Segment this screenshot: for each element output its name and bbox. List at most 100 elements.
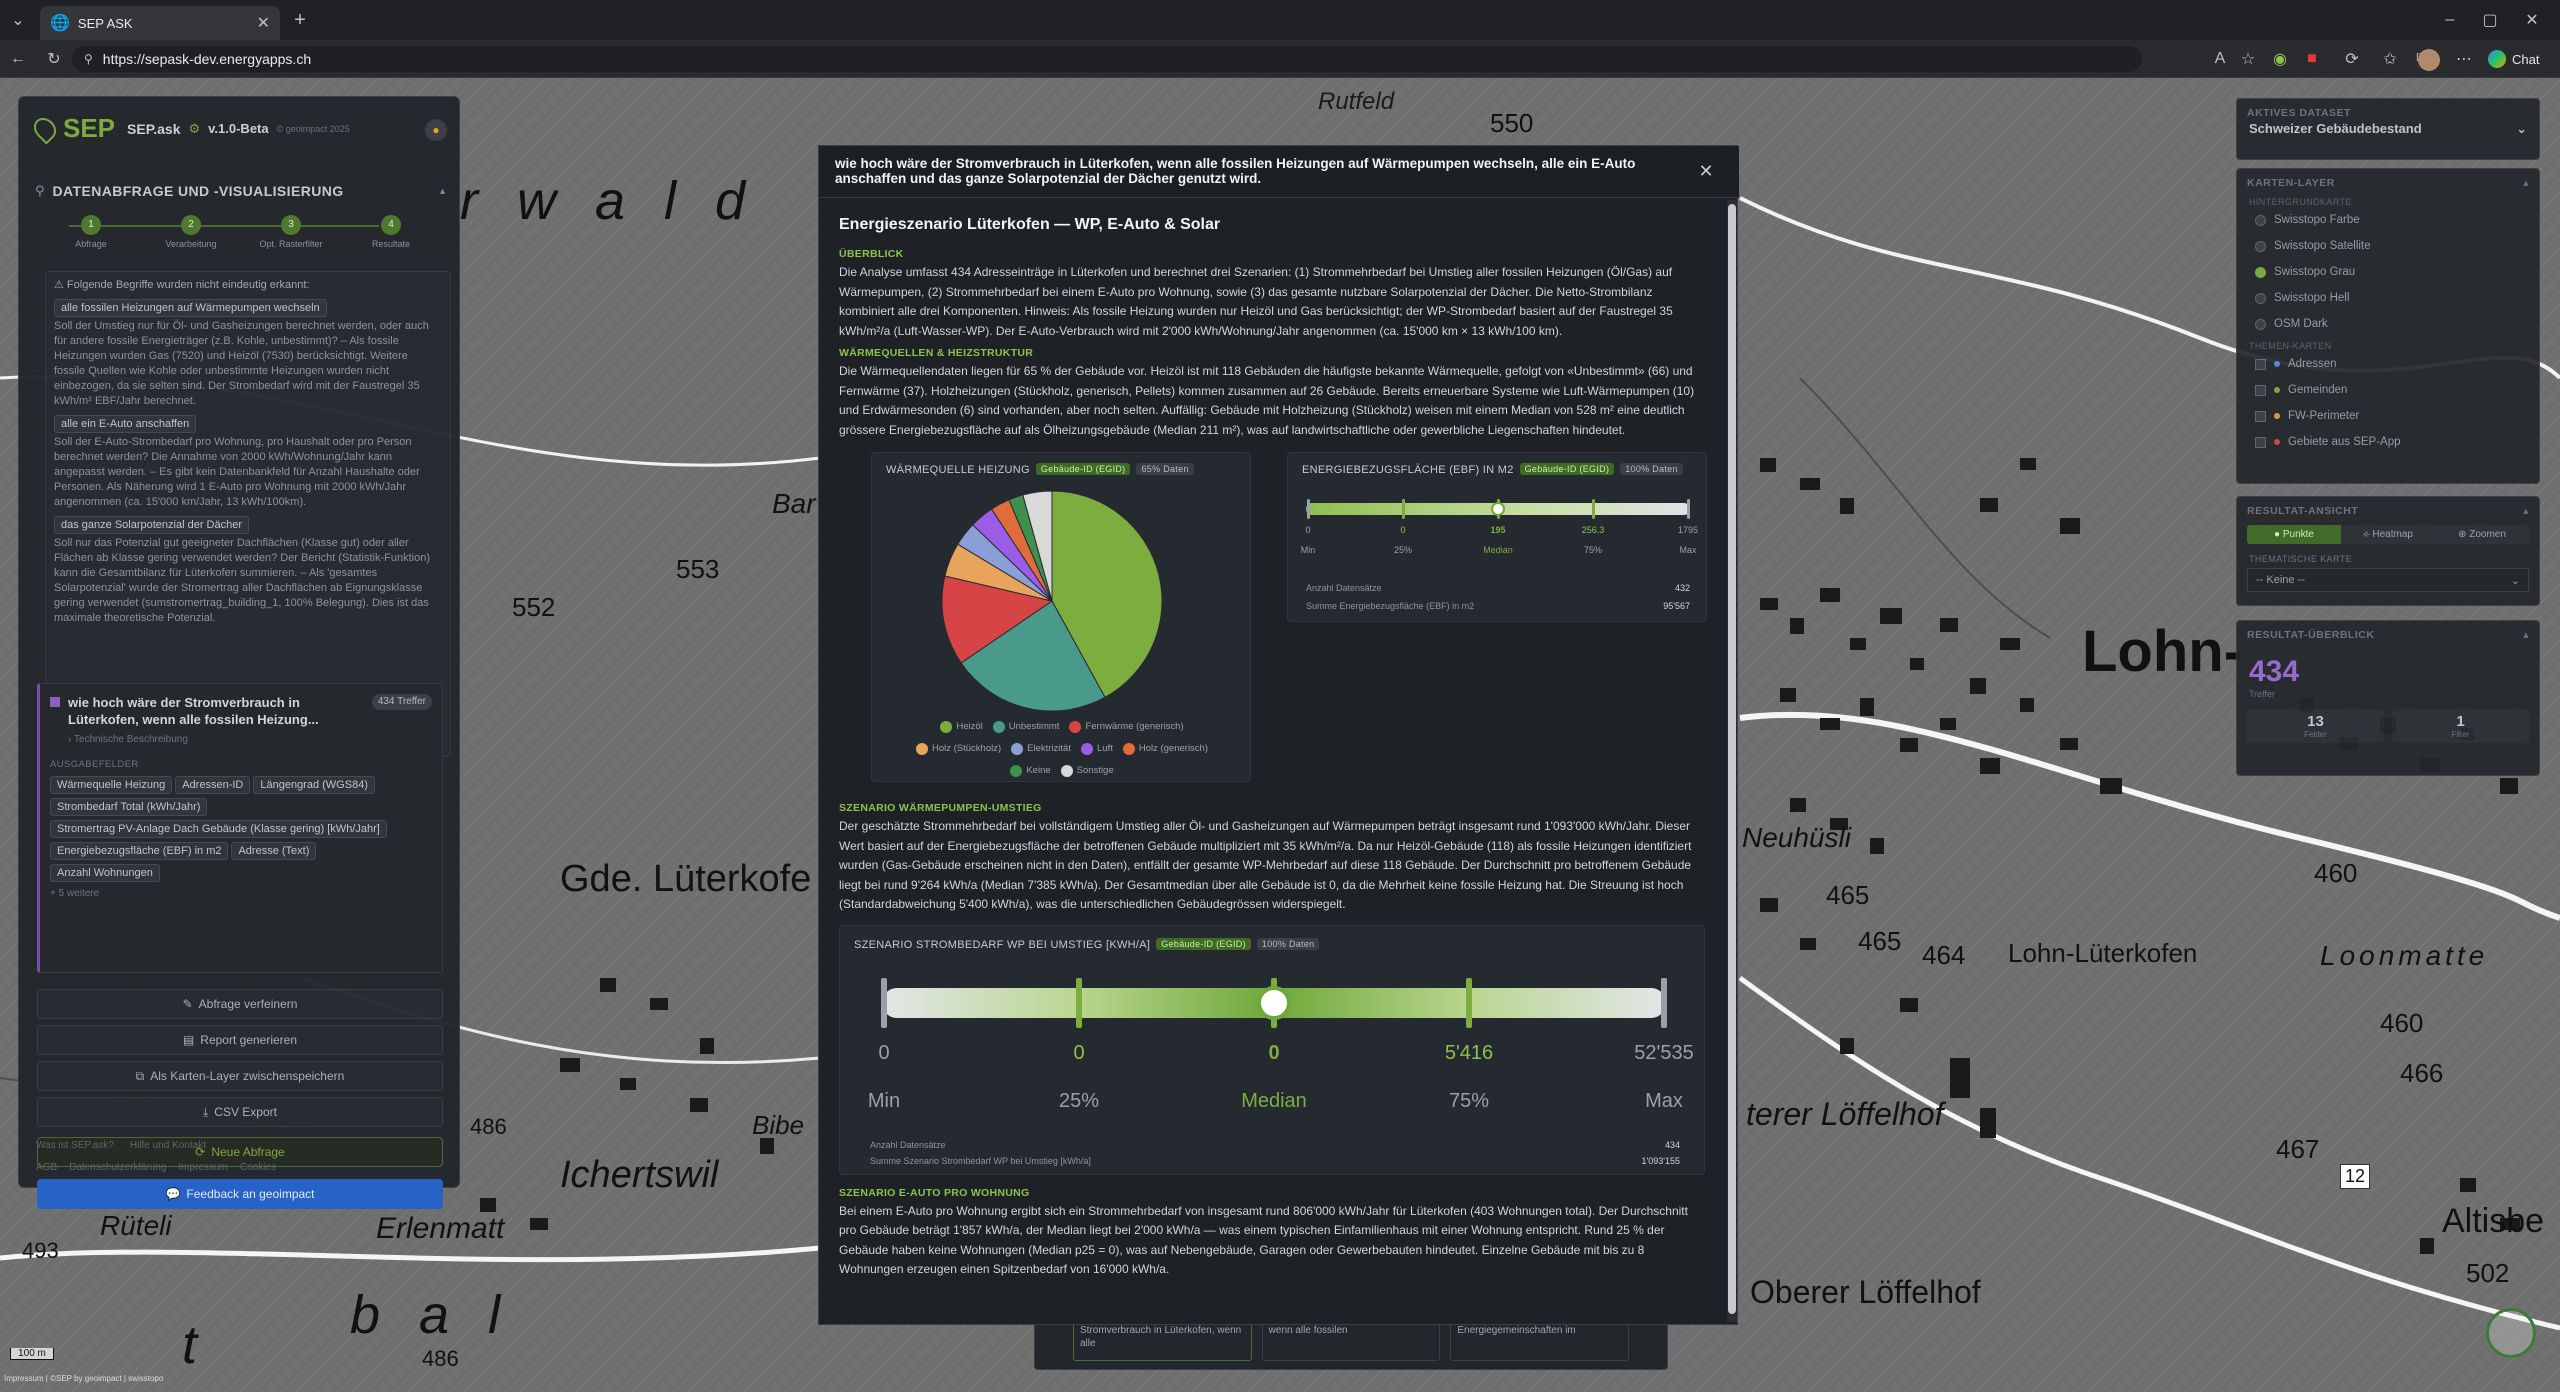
section-heading: SZENARIO WÄRMEPUMPEN-UMSTIEG bbox=[839, 802, 1042, 814]
site-info-icon[interactable]: ⚲ bbox=[84, 52, 93, 66]
fields-label: AUSGABEFELDER bbox=[50, 759, 139, 770]
refresh-extension-icon[interactable]: ⟳ bbox=[2342, 49, 2362, 69]
maximize-icon[interactable]: ▢ bbox=[2480, 10, 2500, 30]
basemap-option[interactable]: Swisstopo Hell bbox=[2237, 285, 2539, 311]
legend-item[interactable]: Sonstige bbox=[1060, 761, 1114, 781]
feedback-button[interactable]: 💬 Feedback an geoimpact bbox=[37, 1179, 443, 1209]
favorite-icon[interactable]: ☆ bbox=[2238, 49, 2258, 69]
field-chip: Stromertrag PV-Anlage Dach Gebäude (Klas… bbox=[50, 820, 387, 838]
map-label: Neuhüsli bbox=[1742, 822, 1851, 853]
extension-red-icon[interactable]: ■ bbox=[2302, 49, 2322, 69]
map-label: Gde. Lüterkofe bbox=[560, 858, 812, 900]
footer-link[interactable]: Hilfe und Kontakt bbox=[130, 1140, 206, 1151]
step-3[interactable]: 3 Opt. Rasterfilter bbox=[241, 215, 341, 249]
minimize-icon[interactable]: – bbox=[2440, 10, 2460, 30]
browser-tab[interactable]: 🌐 SEP ASK ✕ bbox=[40, 6, 280, 40]
chat-button[interactable]: Chat bbox=[2488, 48, 2539, 70]
theme-toggle-icon[interactable]: ● bbox=[425, 119, 447, 141]
legend-item[interactable]: Heizöl bbox=[940, 717, 983, 737]
query-chip[interactable]: Stromverbrauch in Lüterkofen, wenn alle bbox=[1073, 1319, 1252, 1361]
tab-list-icon[interactable]: ⌄ bbox=[8, 10, 28, 30]
legend-item[interactable]: Luft bbox=[1080, 739, 1113, 759]
read-aloud-icon[interactable]: A bbox=[2210, 49, 2230, 69]
close-tab-icon[interactable]: ✕ bbox=[257, 13, 270, 33]
close-window-icon[interactable]: ✕ bbox=[2522, 10, 2542, 30]
collapse-icon[interactable]: ▴ bbox=[440, 186, 445, 197]
map-label: 493 bbox=[22, 1238, 59, 1263]
map-attribution[interactable]: Impressum | ©SEP by geoimpact | swisstop… bbox=[4, 1374, 163, 1383]
chat-label: Chat bbox=[2512, 51, 2540, 67]
range-value: 52'535 bbox=[1634, 1041, 1694, 1064]
legend-swatch bbox=[992, 721, 1005, 733]
section-text: Die Wärmequellendaten liegen für 65 % de… bbox=[839, 364, 1695, 437]
logo-pin-icon bbox=[29, 112, 61, 145]
close-icon[interactable]: ✕ bbox=[1693, 158, 1719, 184]
count-label: Anzahl Datensätze bbox=[870, 1139, 946, 1150]
favorites-icon[interactable]: ✩ bbox=[2380, 49, 2400, 69]
more-icon[interactable]: ⋯ bbox=[2454, 49, 2474, 69]
legend-item[interactable]: Keine bbox=[1010, 761, 1051, 781]
footer-link[interactable]: Impressum bbox=[178, 1162, 227, 1173]
map-label: Rutfeld bbox=[1318, 88, 1395, 115]
thematic-select[interactable]: -- Keine -- ⌄ bbox=[2247, 568, 2529, 592]
back-icon[interactable]: ← bbox=[8, 49, 28, 69]
legend-item[interactable]: Fernwärme (generisch) bbox=[1069, 717, 1184, 737]
csv-export-button[interactable]: ⤓ CSV Export bbox=[37, 1097, 443, 1127]
map-label: Bar bbox=[772, 488, 816, 519]
refine-query-button[interactable]: ✎ Abfrage verfeinern bbox=[37, 989, 443, 1019]
theme-option[interactable]: FW-Perimeter bbox=[2237, 403, 2539, 429]
legend-item[interactable]: Unbestimmt bbox=[992, 717, 1059, 737]
theme-option[interactable]: Gemeinden bbox=[2237, 377, 2539, 403]
thematic-label: THEMATISCHE KARTE bbox=[2249, 554, 2352, 564]
query-chip[interactable]: wenn alle fossilen bbox=[1261, 1319, 1441, 1361]
fields-stat: 13 Felder bbox=[2247, 709, 2384, 743]
collapse-icon[interactable]: ▴ bbox=[2523, 505, 2529, 517]
footer-link[interactable]: Was ist SEP.ask? bbox=[36, 1140, 114, 1151]
sum-label: Summe Energiebezugsfläche (EBF) in m2 bbox=[1306, 601, 1475, 611]
query-title[interactable]: wie hoch wäre der Stromverbrauch in Lüte… bbox=[68, 694, 364, 728]
tech-desc-toggle[interactable]: › Technische Beschreibung bbox=[68, 734, 432, 745]
reload-icon[interactable]: ↻ bbox=[44, 49, 64, 69]
url-field[interactable]: ⚲ https://sepask-dev.energyapps.ch bbox=[72, 46, 2142, 72]
query-chip[interactable]: Energiegemeinschaften im bbox=[1450, 1319, 1630, 1361]
theme-option[interactable]: Adressen bbox=[2237, 351, 2539, 377]
legend-item[interactable]: Holz (Stückholz) bbox=[915, 739, 1001, 759]
theme-option[interactable]: Gebiete aus SEP-App bbox=[2237, 429, 2539, 455]
new-tab-icon[interactable]: + bbox=[290, 9, 310, 31]
legend-item[interactable]: Elektrizität bbox=[1011, 739, 1071, 759]
basemap-option[interactable]: Swisstopo Grau bbox=[2237, 259, 2539, 285]
layers-box: KARTEN-LAYER ▴ HINTERGRUNDKARTE Swisstopo… bbox=[2236, 168, 2540, 484]
legend-item[interactable]: Holz (generisch) bbox=[1122, 739, 1208, 759]
profile-avatar[interactable] bbox=[2418, 49, 2440, 71]
step-2[interactable]: 2 Verarbeitung bbox=[141, 215, 241, 249]
basemap-option[interactable]: Swisstopo Farbe bbox=[2237, 207, 2539, 233]
coverage-badge: 65% Daten bbox=[1136, 463, 1194, 475]
view-tab-points[interactable]: ● Punkte bbox=[2247, 525, 2341, 544]
field-chip: Adressen-ID bbox=[175, 776, 251, 794]
collapse-icon[interactable]: ▴ bbox=[2523, 177, 2529, 189]
more-fields-link[interactable]: + 5 weitere bbox=[50, 888, 432, 899]
extension-icon[interactable]: ◉ bbox=[2270, 49, 2290, 69]
generate-report-button[interactable]: ▤ Report generieren bbox=[37, 1025, 443, 1055]
themes-label: THEMEN-KARTEN bbox=[2249, 341, 2332, 351]
basemap-option[interactable]: Swisstopo Satellite bbox=[2237, 233, 2539, 259]
dataset-select[interactable]: Schweizer Gebäudebestand ⌄ bbox=[2237, 121, 2539, 137]
url-text: https://sepask-dev.energyapps.ch bbox=[102, 51, 312, 67]
map-label: 466 bbox=[2400, 1058, 2444, 1088]
step-4[interactable]: 4 Resultate bbox=[341, 215, 441, 249]
map-label: Lohn-Lüterkofen bbox=[2008, 938, 2198, 968]
result-view-box: RESULTAT-ANSICHT ▴ ● Punkte ⟡ Heatmap ⊕ Z… bbox=[2236, 496, 2540, 606]
view-tab-zoom[interactable]: ⊕ Zoomen bbox=[2435, 525, 2529, 544]
scrollbar-thumb[interactable] bbox=[1728, 204, 1736, 1314]
basemap-option[interactable]: OSM Dark bbox=[2237, 311, 2539, 337]
step-1[interactable]: 1 Abfrage bbox=[41, 215, 141, 249]
view-tab-heatmap[interactable]: ⟡ Heatmap bbox=[2341, 525, 2435, 544]
filter-stat: 1 Filter bbox=[2392, 709, 2529, 743]
section-heading: SZENARIO E-AUTO PRO WOHNUNG bbox=[839, 1186, 1030, 1199]
save-layer-button[interactable]: ⧉ Als Karten-Layer zwischenspeichern bbox=[37, 1061, 443, 1091]
collapse-icon[interactable]: ▴ bbox=[2523, 629, 2529, 641]
footer-link[interactable]: Datenschutzerklärung bbox=[69, 1162, 166, 1173]
footer-link[interactable]: Cookies bbox=[240, 1162, 276, 1173]
search-icon: ⚲ bbox=[35, 183, 45, 198]
footer-link[interactable]: AGB bbox=[36, 1162, 57, 1173]
